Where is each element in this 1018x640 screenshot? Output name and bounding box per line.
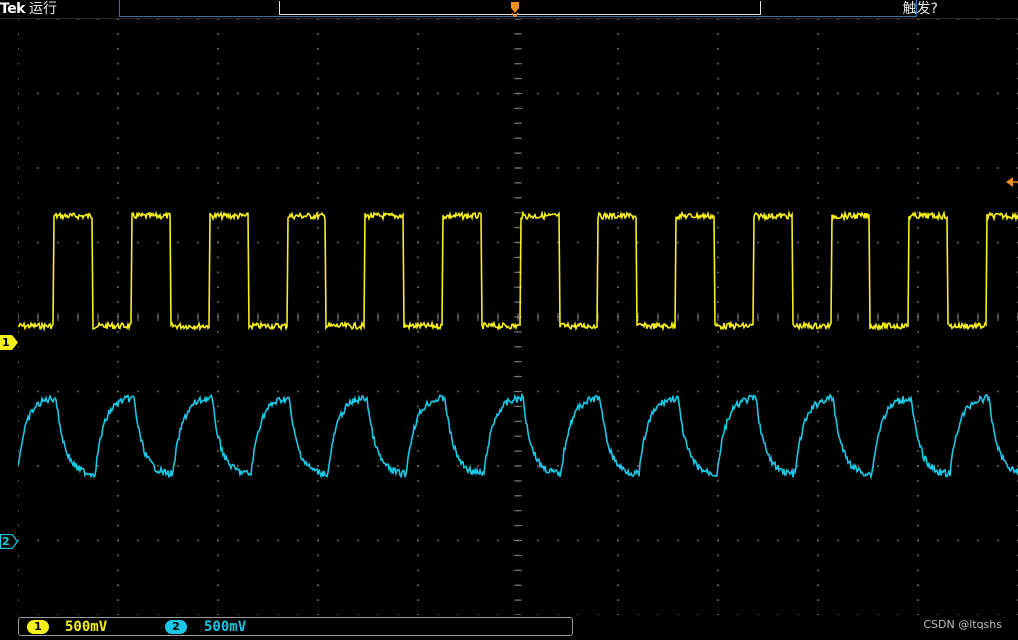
- channel-2-marker-label: 2: [2, 535, 10, 548]
- brand-area: Tek 运行: [0, 0, 57, 18]
- waveform-display: [18, 19, 1018, 615]
- trigger-status: 触发?: [902, 1, 938, 17]
- channel-1-marker-label: 1: [2, 336, 10, 349]
- channel-2-ground-marker[interactable]: 2: [0, 533, 19, 550]
- trigger-level-arrow-icon[interactable]: [1006, 176, 1018, 188]
- channel-1-ground-marker[interactable]: 1: [0, 335, 18, 350]
- channel-2-badge[interactable]: 2: [165, 620, 187, 634]
- channel-2-scale[interactable]: 500mV: [204, 618, 246, 636]
- trigger-position-arrow-icon: [511, 2, 519, 17]
- acquisition-state[interactable]: 运行: [29, 1, 57, 17]
- channel-readout-box: 1 500mV 2 500mV: [18, 617, 573, 636]
- status-bar: Tek 运行 触发?: [0, 0, 1018, 19]
- channel-1-badge[interactable]: 1: [27, 620, 49, 634]
- tek-logo: Tek: [0, 1, 26, 17]
- watermark: CSDN @ltqshs: [923, 618, 1002, 631]
- channel-1-scale[interactable]: 500mV: [65, 618, 107, 636]
